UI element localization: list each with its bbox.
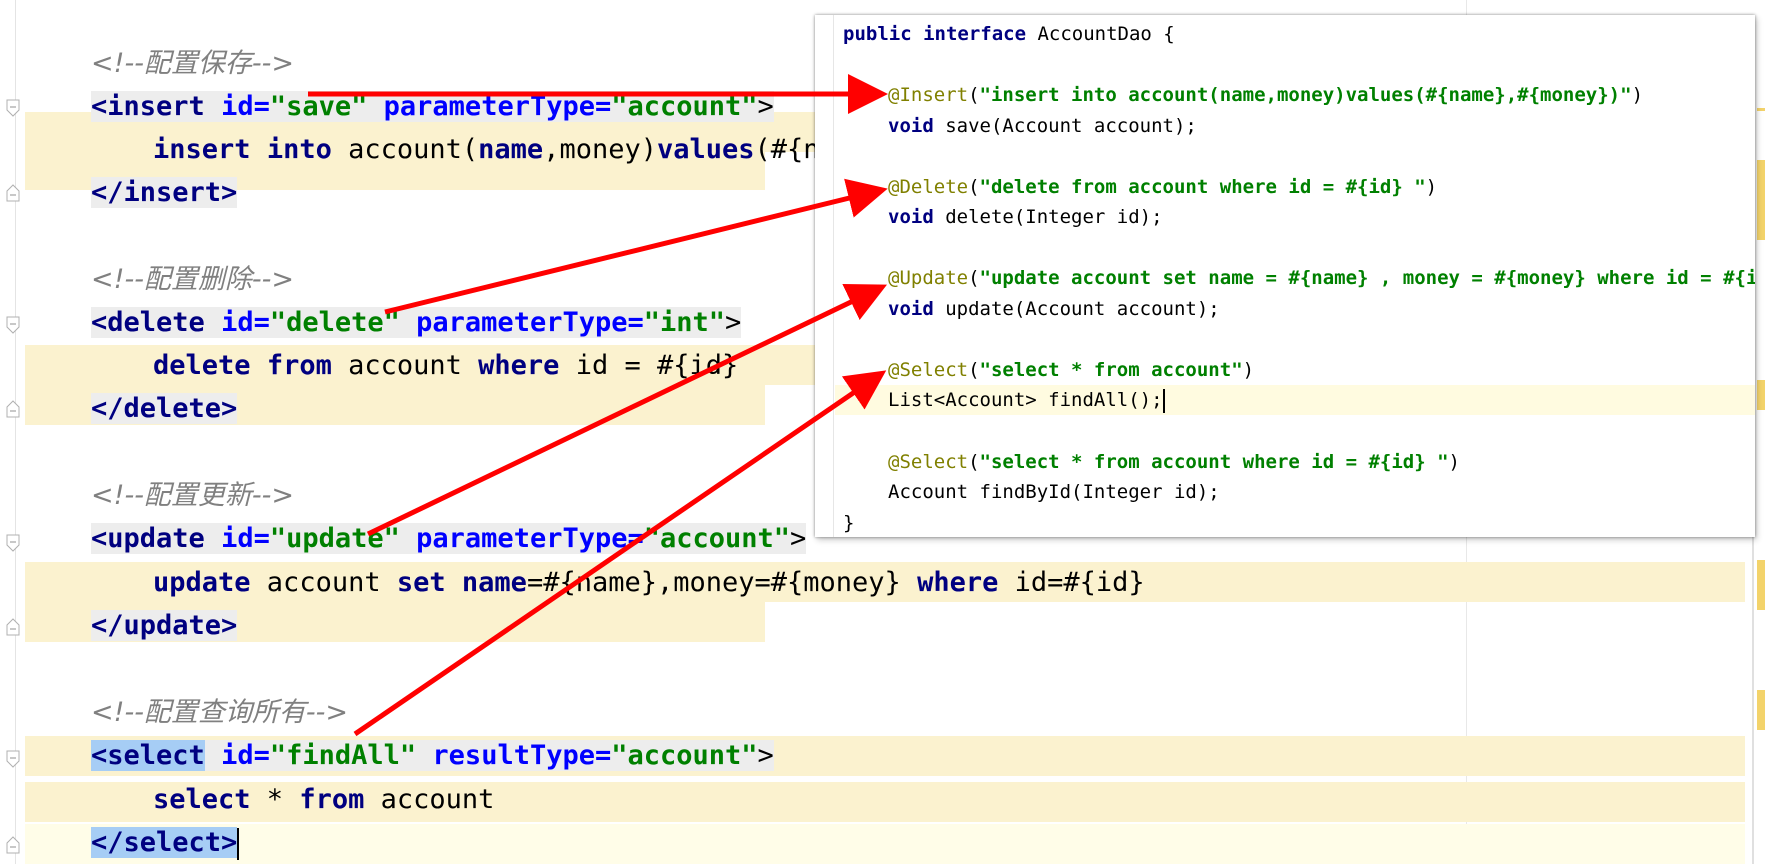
annotation-arrows — [308, 74, 888, 737]
arrow-update-to-annotation — [366, 283, 888, 537]
arrow-findall-to-annotation — [353, 370, 887, 737]
arrow-delete-to-annotation — [384, 178, 888, 315]
